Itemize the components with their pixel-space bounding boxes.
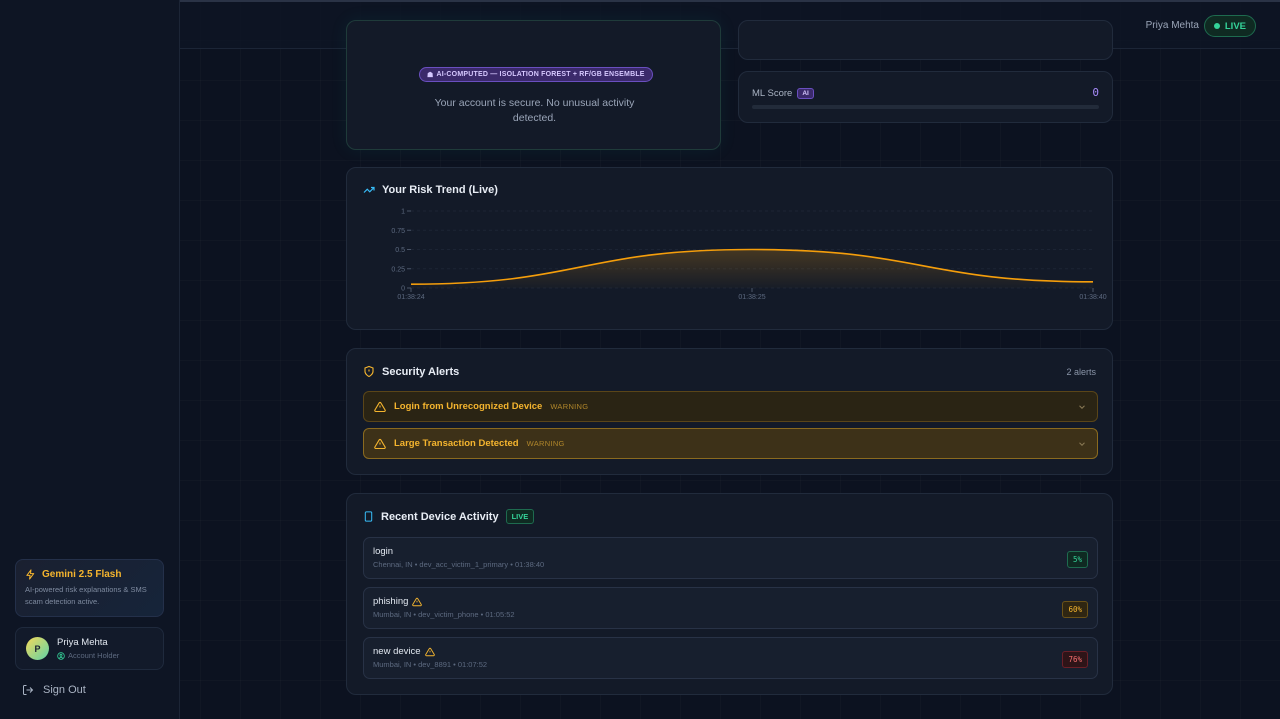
alert-item-large-transaction[interactable]: Large Transaction Detected WARNING [363,428,1098,459]
risk-score-badge: 76% [1062,651,1088,668]
gemini-title: Gemini 2.5 Flash [25,569,154,580]
risk-score-card: ☗ AI-COMPUTED — ISOLATION FOREST + RF/GB… [346,20,721,150]
alert-title: Login from Unrecognized Device [394,401,543,412]
x-tick-label: 01:38:24 [397,294,424,301]
device-event-name-text: login [373,546,394,557]
smartphone-icon [364,511,373,522]
warning-icon [374,438,386,449]
risk-trend-card: Your Risk Trend (Live) 0 0.25 0.5 0.75 1 01:3… [346,167,1113,330]
avatar: P [26,637,49,660]
robot-icon: ☗ [427,71,434,79]
security-alerts-title-text: Security Alerts [382,365,460,378]
security-alerts-title: Security Alerts [363,365,459,378]
device-event-meta: Mumbai, IN • dev_victim_phone • 01:05:52 [373,610,515,619]
risk-trend-chart: 0 0.25 0.5 0.75 1 01:38:24 01:38:25 01:38:40 [391,209,1106,302]
logout-icon [23,685,34,695]
user-name: Priya Mehta [57,637,108,648]
device-event-name-text: new device [373,646,421,657]
y-tick-label: 1 [401,209,405,216]
sign-out-label: Sign Out [43,684,86,696]
device-activity-title-text: Recent Device Activity [381,510,499,523]
chevron-down-icon [1079,404,1085,409]
ml-score-card: ML Score AI 0 [738,71,1113,123]
user-profile-card[interactable]: P Priya Mehta Account Holder [15,627,164,670]
device-event-meta: Chennai, IN • dev_acc_victim_1_primary •… [373,560,545,569]
shield-alert-icon [364,365,374,378]
top-bar: Priya Mehta LIVE [180,0,1280,49]
x-tick-label: 01:38:40 [1079,294,1106,301]
user-circle-icon [57,651,65,660]
device-list-item[interactable]: phishing Mumbai, IN • dev_victim_phone •… [363,587,1098,629]
lightning-icon [26,569,35,580]
risk-score-badge: 60% [1062,601,1088,618]
ml-score-bar [752,105,1099,109]
y-tick-label: 0.25 [391,266,405,273]
device-event-name: new device [373,646,1088,657]
gemini-title-text: Gemini 2.5 Flash [42,569,122,580]
sidebar: Gemini 2.5 Flash AI-powered risk explana… [0,0,180,719]
topbar-user-name: Priya Mehta [1145,20,1199,31]
y-tick-label: 0.5 [395,247,405,254]
gemini-description: AI-powered risk explanations & SMS scam … [25,585,147,606]
warning-icon [424,647,435,656]
warning-icon [374,401,386,412]
ml-score-value: 0 [1092,86,1099,99]
device-event-name: login [373,546,1088,557]
live-status-label: LIVE [1224,20,1246,32]
ai-tag: AI [797,88,814,99]
device-event-name: phishing [373,596,1088,607]
ml-score-label-text: ML Score [752,88,793,99]
device-activity-title: Recent Device Activity LIVE [363,509,535,524]
alert-title: Large Transaction Detected [394,438,519,449]
user-role-text: Account Holder [68,651,120,660]
chevron-down-icon [1079,441,1085,446]
ml-score-label: ML Score AI [752,88,814,99]
live-status-badge: LIVE [1203,15,1256,37]
alert-level: WARNING [550,402,589,411]
ai-computed-badge: ☗ AI-COMPUTED — ISOLATION FOREST + RF/GB… [419,67,653,82]
ai-computed-badge-text: AI-COMPUTED — ISOLATION FOREST + RF/GB E… [436,71,645,78]
x-tick-label: 01:38:25 [738,294,765,301]
device-list-item[interactable]: login Chennai, IN • dev_acc_victim_1_pri… [363,537,1098,579]
y-tick-label: 0 [401,286,405,293]
gemini-info-card: Gemini 2.5 Flash AI-powered risk explana… [15,559,164,617]
device-event-meta: Mumbai, IN • dev_8891 • 01:07:52 [373,660,488,669]
user-role: Account Holder [57,651,119,660]
account-status-message: Your account is secure. No unusual activ… [434,97,635,124]
live-tag: LIVE [505,509,535,524]
security-alerts-card: Security Alerts 2 alerts Login from Unre… [346,348,1113,475]
risk-score-badge: 5% [1066,551,1088,568]
device-event-name-text: phishing [373,596,409,607]
alerts-count: 2 alerts [1066,367,1096,377]
warning-icon [412,597,423,606]
device-activity-card: Recent Device Activity LIVE login Chenna… [346,493,1113,695]
alert-level: WARNING [526,439,565,448]
score-card [738,20,1113,60]
alert-item-unrecognized-device[interactable]: Login from Unrecognized Device WARNING [363,391,1098,422]
y-tick-label: 0.75 [391,228,405,235]
sign-out-button[interactable]: Sign Out [22,684,86,696]
live-dot-icon [1213,23,1220,29]
device-list-item[interactable]: new device Mumbai, IN • dev_8891 • 01:07… [363,637,1098,679]
